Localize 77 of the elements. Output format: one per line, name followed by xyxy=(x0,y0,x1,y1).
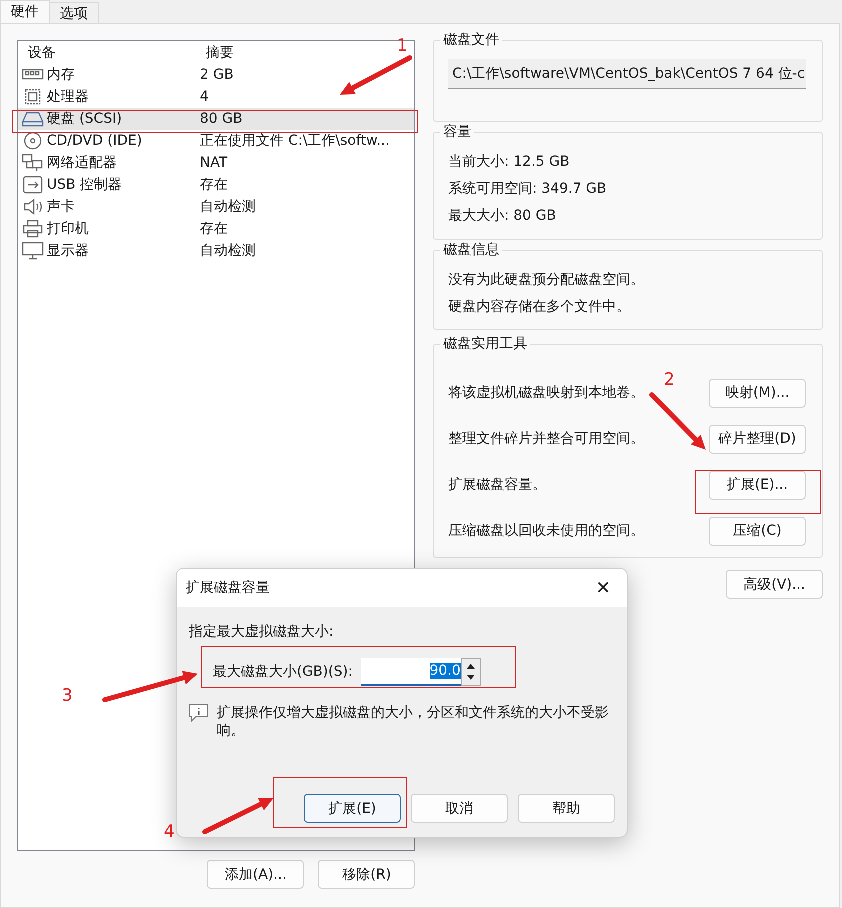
column-header: 摘要 xyxy=(205,44,234,62)
annotation-number: 2 xyxy=(664,370,675,390)
utility-button[interactable]: 映射(M)... xyxy=(709,378,806,408)
device-row[interactable]: CD/DVD (IDE) 正在使用文件 C:\工作\softw... xyxy=(18,130,414,152)
device-row[interactable]: 打印机 存在 xyxy=(18,218,414,240)
group-title: 磁盘信息 xyxy=(440,241,502,259)
device-name: 处理器 xyxy=(47,88,89,106)
capacity-text: 最大大小: 80 GB xyxy=(448,207,558,226)
device-name: 打印机 xyxy=(47,220,89,238)
usb-icon xyxy=(22,176,44,194)
drive-icon xyxy=(22,110,44,128)
utility-text: 压缩磁盘以回收未使用的空间。 xyxy=(448,522,644,540)
prompt-text: 指定最大虚拟磁盘大小: xyxy=(189,623,335,642)
device-name: 硬盘 (SCSI) xyxy=(47,110,122,128)
utility-text: 扩展磁盘容量。 xyxy=(448,476,546,494)
utility-button[interactable]: 压缩(C) xyxy=(709,516,806,546)
tab[interactable]: 选项 xyxy=(49,2,99,23)
device-row[interactable]: 硬盘 (SCSI) 80 GB xyxy=(18,108,414,130)
device-summary: 存在 xyxy=(200,176,228,194)
disc-icon xyxy=(22,132,44,150)
device-row[interactable]: 声卡 自动检测 xyxy=(18,196,414,218)
device-name: 声卡 xyxy=(47,198,75,216)
device-row[interactable]: 内存 2 GB xyxy=(18,64,414,86)
annotation-arrow xyxy=(650,392,706,450)
device-summary: NAT xyxy=(200,155,228,171)
device-name: USB 控制器 xyxy=(47,176,122,194)
group-title: 磁盘文件 xyxy=(440,31,502,49)
dialog-button[interactable]: 扩展(E) xyxy=(304,794,401,823)
annotation-arrow xyxy=(202,798,274,834)
size-input-field[interactable]: 90.0 xyxy=(360,658,461,686)
dialog-button[interactable]: 取消 xyxy=(411,794,508,823)
annotation-number: 4 xyxy=(164,822,175,842)
device-name: 内存 xyxy=(47,66,75,84)
network-icon xyxy=(22,154,44,172)
dialog-button[interactable]: 帮助 xyxy=(518,794,615,823)
info-text: 没有为此硬盘预分配磁盘空间。 xyxy=(448,271,646,290)
device-row[interactable]: USB 控制器 存在 xyxy=(18,174,414,196)
group-title: 磁盘实用工具 xyxy=(440,335,530,353)
printer-icon xyxy=(22,220,44,238)
field-label: 最大磁盘大小(GB)(S): xyxy=(213,663,353,681)
input-value: 90.0 xyxy=(430,663,461,679)
monitor-icon xyxy=(22,242,44,260)
utility-button[interactable]: 碎片整理(D) xyxy=(709,424,806,454)
advanced-button[interactable]: 高级(V)... xyxy=(726,570,823,599)
device-row[interactable]: 处理器 4 xyxy=(18,86,414,108)
close-button[interactable]: ✕ xyxy=(596,578,611,598)
utility-text: 将该虚拟机磁盘映射到本地卷。 xyxy=(448,384,644,402)
speaker-icon xyxy=(22,198,44,216)
device-summary: 80 GB xyxy=(200,111,243,127)
file-path-field[interactable]: C:\工作\software\VM\CentOS_bak\CentOS 7 64 位-cl xyxy=(448,59,806,89)
list-button[interactable]: 移除(R) xyxy=(318,860,416,889)
utility-button[interactable]: 扩展(E)... xyxy=(709,470,806,500)
list-button[interactable]: 添加(A)... xyxy=(207,860,304,889)
capacity-text: 系统可用空间: 349.7 GB xyxy=(448,180,608,199)
note-text: 扩展操作仅增大虚拟磁盘的大小，分区和文件系统的大小不受影响。 xyxy=(217,704,609,740)
annotation-number: 1 xyxy=(397,36,408,56)
device-summary: 自动检测 xyxy=(200,198,256,216)
device-summary: 2 GB xyxy=(200,67,234,83)
device-summary: 存在 xyxy=(200,220,228,238)
tab[interactable]: 硬件 xyxy=(0,0,50,23)
utility-text: 整理文件碎片并整合可用空间。 xyxy=(448,430,644,448)
capacity-text: 当前大小: 12.5 GB xyxy=(448,153,571,172)
info-text: 硬盘内容存储在多个文件中。 xyxy=(448,298,632,317)
device-summary: 正在使用文件 C:\工作\softw... xyxy=(200,132,390,150)
dialog-title: 扩展磁盘容量 xyxy=(186,579,270,597)
spinner-arrows-icon[interactable] xyxy=(460,658,481,686)
group-title: 容量 xyxy=(440,123,474,141)
device-summary: 4 xyxy=(200,89,209,105)
device-name: 显示器 xyxy=(47,242,89,260)
device-name: CD/DVD (IDE) xyxy=(47,133,142,149)
device-row[interactable]: 显示器 自动检测 xyxy=(18,240,414,262)
device-summary: 自动检测 xyxy=(200,242,256,260)
column-header: 设备 xyxy=(27,44,56,62)
device-name: 网络适配器 xyxy=(47,154,117,172)
annotation-number: 3 xyxy=(62,686,73,706)
info-icon xyxy=(189,704,209,722)
device-row[interactable]: 网络适配器 NAT xyxy=(18,152,414,174)
